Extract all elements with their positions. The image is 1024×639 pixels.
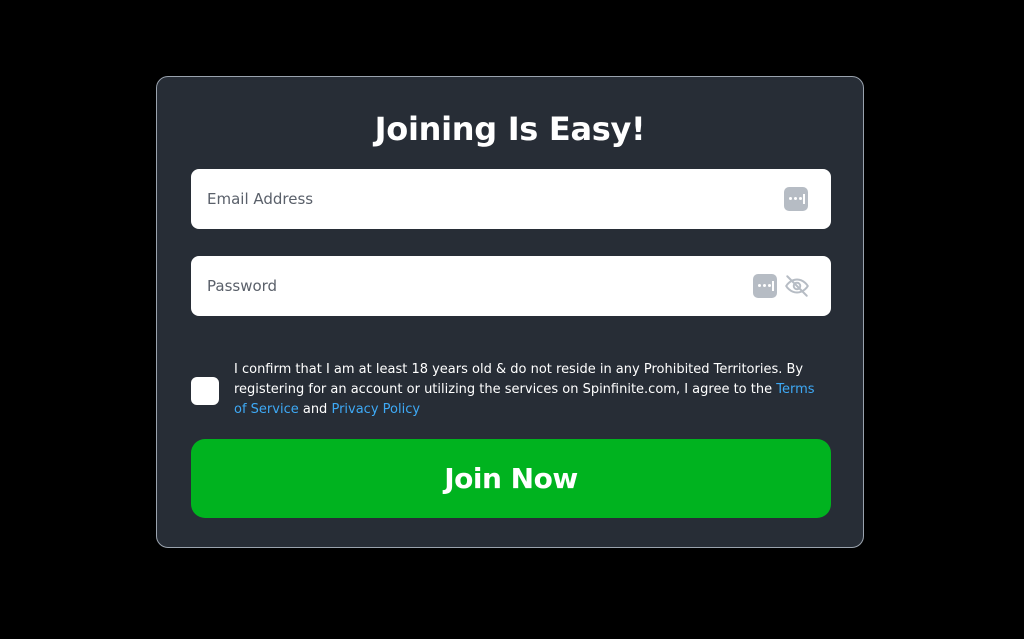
email-field-container: [191, 169, 831, 229]
password-manager-icon[interactable]: [784, 187, 808, 211]
join-now-button[interactable]: Join Now: [191, 439, 831, 518]
password-manager-icon[interactable]: [753, 274, 777, 298]
password-input[interactable]: [191, 256, 831, 316]
form-title: Joining Is Easy!: [374, 110, 646, 148]
email-input[interactable]: [191, 169, 831, 229]
age-confirm-checkbox[interactable]: [191, 377, 219, 405]
consent-text-part1: I confirm that I am at least 18 years ol…: [234, 362, 804, 397]
privacy-policy-link[interactable]: Privacy Policy: [331, 402, 420, 417]
signup-card: Joining Is Easy! I confirm that I am at …: [156, 76, 864, 548]
password-field-container: [191, 256, 831, 316]
consent-text-part2: and: [298, 402, 332, 417]
eye-off-icon[interactable]: [784, 273, 810, 299]
consent-text: I confirm that I am at least 18 years ol…: [234, 360, 824, 420]
